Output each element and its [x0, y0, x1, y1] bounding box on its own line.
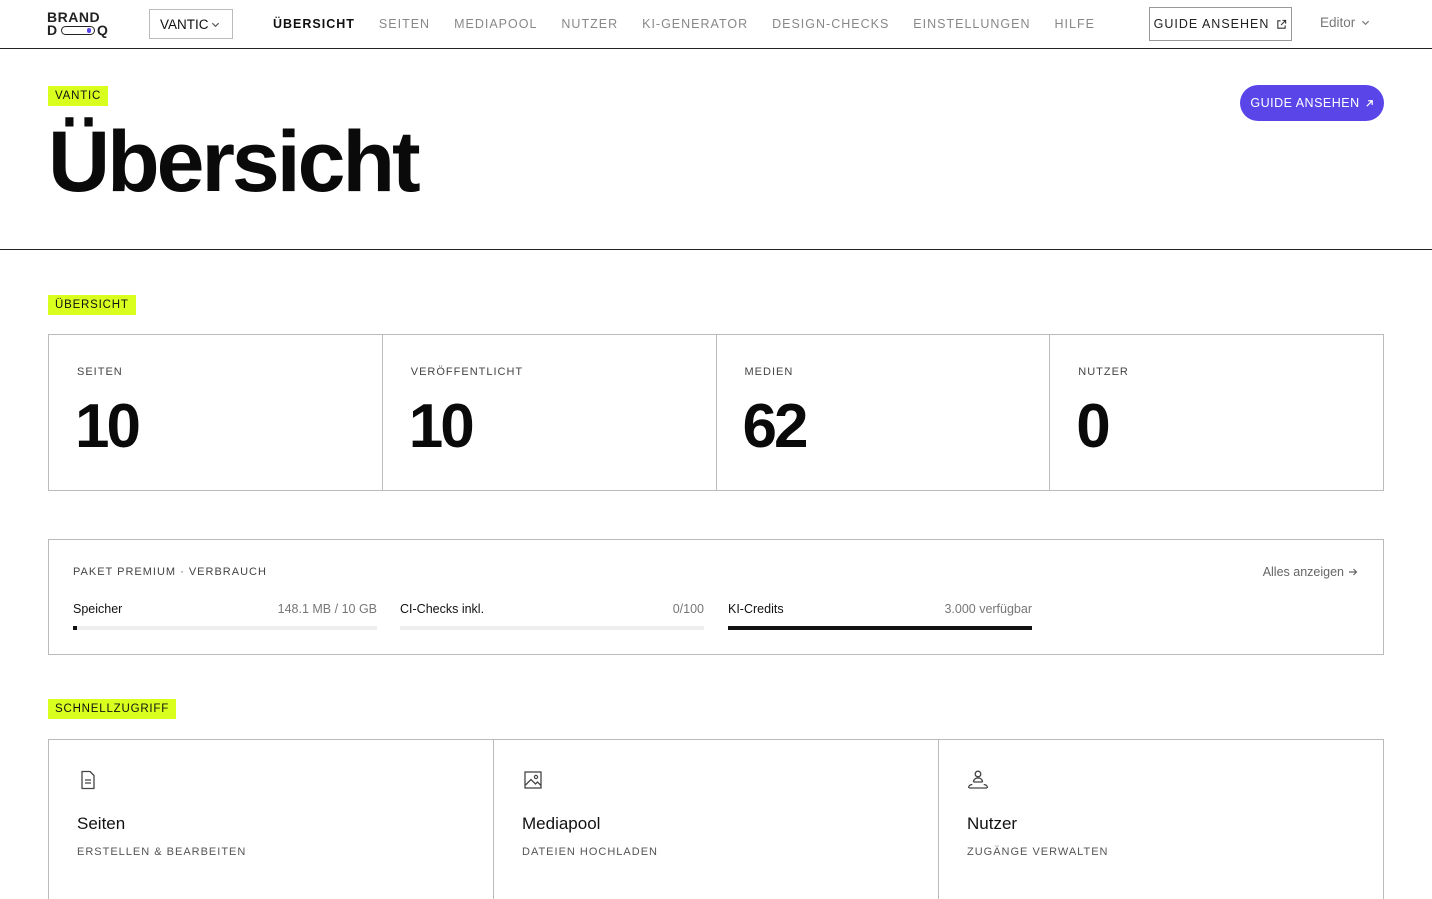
- users-icon: [967, 770, 989, 789]
- organization-tag: VANTIC: [48, 86, 109, 106]
- nav-item-einstellungen[interactable]: EINSTELLUNGEN: [913, 17, 1030, 31]
- page-title: Übersicht: [48, 114, 421, 210]
- arrow-up-right-icon: [1366, 99, 1373, 107]
- section-tag-quick-access: SCHNELLZUGRIFF: [48, 699, 177, 719]
- role-select-value: Editor: [1320, 15, 1356, 30]
- quick-card-title: Nutzer: [967, 814, 1018, 833]
- meter-value: 3.000 verfügbar: [944, 602, 1032, 616]
- logo-text-bottom: D Q: [47, 22, 108, 38]
- stat-label: MEDIEN: [744, 366, 794, 378]
- meter-fill: [728, 626, 1032, 630]
- quick-card-subtitle: ZUGÄNGE VERWALTEN: [967, 846, 1109, 858]
- guide-button-label: GUIDE ANSEHEN: [1250, 96, 1360, 110]
- chevron-down-icon: [1362, 20, 1370, 26]
- brand-logo[interactable]: BRAND D Q: [47, 10, 111, 38]
- top-navigation-bar: BRAND D Q VANTIC ÜBERSICHT SEITEN MEDIAP…: [0, 0, 1432, 49]
- stat-card-seiten: SEITEN 10: [49, 335, 383, 490]
- main-navigation: ÜBERSICHT SEITEN MEDIAPOOL NUTZER KI-GEN…: [273, 0, 1119, 48]
- logo-letter-d: D: [47, 22, 58, 38]
- guide-button-label: GUIDE ANSEHEN: [1153, 17, 1270, 31]
- stat-label: NUTZER: [1078, 366, 1129, 378]
- show-all-link[interactable]: Alles anzeigen: [1263, 565, 1358, 579]
- quick-card-subtitle: DATEIEN HOCHLADEN: [522, 846, 658, 858]
- stat-card-nutzer: NUTZER 0: [1050, 335, 1383, 490]
- stat-value: 0: [1076, 392, 1111, 461]
- stat-label: SEITEN: [77, 366, 123, 378]
- usage-title: PAKET PREMIUM · VERBRAUCH: [73, 566, 267, 578]
- nav-item-seiten[interactable]: SEITEN: [379, 17, 430, 31]
- organization-select[interactable]: VANTIC: [149, 9, 233, 39]
- nav-item-uebersicht[interactable]: ÜBERSICHT: [273, 17, 355, 31]
- quick-access-grid: Seiten ERSTELLEN & BEARBEITEN Mediapool …: [48, 739, 1384, 899]
- nav-item-nutzer[interactable]: NUTZER: [561, 17, 618, 31]
- usage-panel: PAKET PREMIUM · VERBRAUCH Alles anzeigen…: [48, 539, 1384, 655]
- guide-button-primary[interactable]: GUIDE ANSEHEN: [1240, 85, 1384, 121]
- document-icon: [81, 770, 95, 790]
- stats-grid: SEITEN 10 VERÖFFENTLICHT 10 MEDIEN 62 NU…: [48, 334, 1384, 491]
- image-icon: [524, 771, 542, 789]
- logo-toggle-icon: [61, 26, 95, 35]
- guide-button-outline[interactable]: GUIDE ANSEHEN: [1149, 7, 1292, 41]
- stat-value: 10: [75, 392, 141, 461]
- chevron-down-icon: [211, 22, 220, 28]
- organization-select-value: VANTIC: [160, 16, 209, 32]
- stat-card-veroeffentlicht: VERÖFFENTLICHT 10: [383, 335, 717, 490]
- external-link-icon: [1277, 19, 1287, 29]
- stat-label: VERÖFFENTLICHT: [410, 366, 524, 378]
- meter-track: [728, 626, 1032, 630]
- arrow-right-icon: [1349, 568, 1358, 576]
- show-all-label: Alles anzeigen: [1262, 565, 1344, 579]
- nav-item-ki-generator[interactable]: KI-GENERATOR: [642, 17, 748, 31]
- page-header: VANTIC Übersicht GUIDE ANSEHEN: [0, 49, 1432, 250]
- quick-card-title: Seiten: [77, 814, 126, 833]
- nav-item-design-checks[interactable]: DESIGN-CHECKS: [772, 17, 889, 31]
- meter-fill: [73, 626, 77, 630]
- meter-label: Speicher: [73, 602, 123, 616]
- role-select[interactable]: Editor: [1320, 15, 1370, 30]
- section-tag-overview: ÜBERSICHT: [48, 295, 136, 315]
- quick-card-subtitle: ERSTELLEN & BEARBEITEN: [77, 846, 247, 858]
- stat-value: 10: [408, 392, 475, 461]
- nav-item-hilfe[interactable]: HILFE: [1055, 17, 1095, 31]
- meter-value: 0/100: [672, 602, 704, 616]
- logo-letter-q: Q: [97, 22, 109, 38]
- meter-value: 148.1 MB / 10 GB: [277, 602, 377, 616]
- quick-card-mediapool[interactable]: Mediapool DATEIEN HOCHLADEN: [494, 740, 939, 899]
- meter-label: CI-Checks inkl.: [400, 602, 485, 616]
- quick-card-seiten[interactable]: Seiten ERSTELLEN & BEARBEITEN: [49, 740, 494, 899]
- quick-card-nutzer[interactable]: Nutzer ZUGÄNGE VERWALTEN: [939, 740, 1383, 899]
- stat-value: 62: [742, 392, 809, 461]
- quick-card-title: Mediapool: [522, 814, 601, 833]
- stat-card-medien: MEDIEN 62: [717, 335, 1051, 490]
- meter-label: KI-Credits: [728, 602, 784, 616]
- nav-item-mediapool[interactable]: MEDIAPOOL: [454, 17, 537, 31]
- meter-track: [73, 626, 377, 630]
- meter-track: [400, 626, 704, 630]
